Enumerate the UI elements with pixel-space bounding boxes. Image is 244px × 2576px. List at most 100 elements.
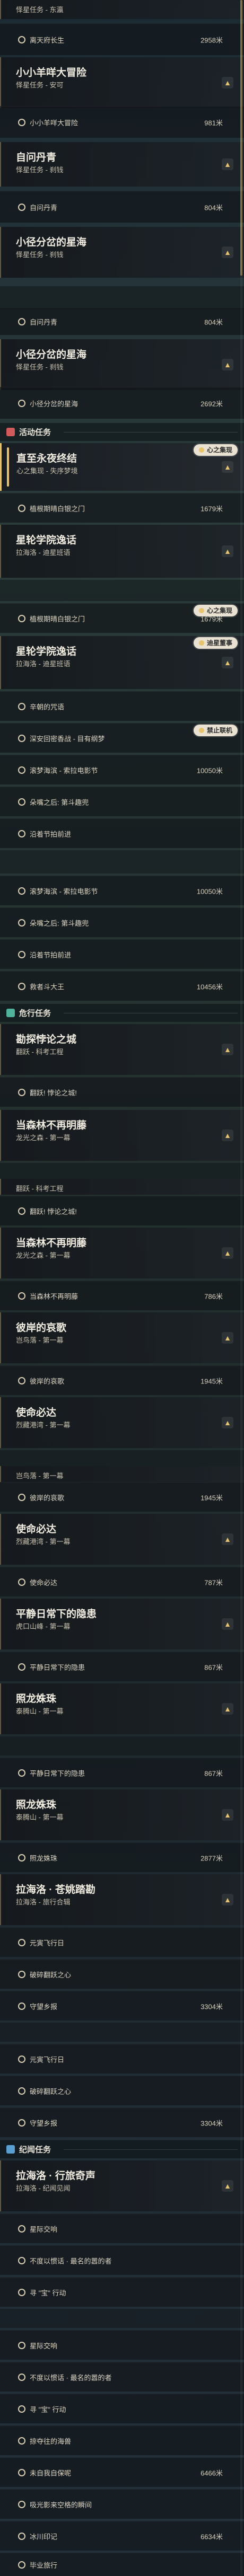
quest-card[interactable]: 星轮学院逸话 拉海洛 - 迪星班语 ▲ 迪星董事 bbox=[0, 636, 244, 689]
quest-objective[interactable]: 植根期晴白银之门 1679米 心之集现 bbox=[0, 603, 244, 633]
expand-icon[interactable]: ▲ bbox=[222, 1417, 233, 1428]
quest-card[interactable]: 使命必达 烈藏港湾 - 第一幕 ▲ bbox=[0, 1514, 244, 1565]
quest-objective[interactable]: 彼岸的哀歌 1945米 bbox=[0, 1482, 244, 1512]
scrollbar-thumb[interactable] bbox=[240, 0, 242, 276]
quest-objective[interactable]: 守望乡报 3304米 bbox=[0, 1991, 244, 2021]
quest-objective[interactable]: 未自我自保呢 6466米 bbox=[0, 2457, 244, 2487]
expand-icon[interactable]: ▲ bbox=[222, 158, 233, 170]
quest-objective[interactable]: 植根期晴白银之门 1679米 bbox=[0, 493, 244, 523]
quest-badge[interactable]: 心之集现 bbox=[193, 605, 238, 616]
objective-icon bbox=[18, 734, 25, 742]
expand-icon[interactable]: ▲ bbox=[222, 657, 233, 668]
quest-badge[interactable]: 迪星董事 bbox=[193, 637, 238, 649]
badge-label: 心之集现 bbox=[206, 607, 232, 614]
objective-distance: 867米 bbox=[204, 1663, 223, 1671]
quest-badge[interactable]: 禁止联机 bbox=[193, 725, 238, 736]
expand-icon[interactable]: ▲ bbox=[222, 359, 233, 370]
expand-icon[interactable]: ▲ bbox=[222, 1809, 233, 1821]
quest-objective[interactable]: 自问丹青 804米 bbox=[0, 191, 244, 223]
screen-divider bbox=[0, 1450, 244, 1466]
quest-objective[interactable]: 破碎翻跃之心 bbox=[0, 2076, 244, 2105]
quest-objective[interactable]: 平静日常下的隐患 867米 bbox=[0, 1652, 244, 1681]
expand-icon[interactable]: ▲ bbox=[222, 1247, 233, 1259]
expand-icon[interactable]: ▲ bbox=[222, 1044, 233, 1055]
quest-card[interactable]: 照龙姝珠 泰腾山 - 第一幕 ▲ bbox=[0, 1789, 244, 1840]
objective-icon bbox=[18, 504, 25, 512]
quest-objective[interactable]: 滚梦海滨 - 索拉电影节 10050米 bbox=[0, 876, 244, 905]
quest-objective[interactable]: 不度以惯话 · 最名的嚣的者 bbox=[0, 2245, 244, 2275]
expand-icon[interactable]: ▲ bbox=[222, 545, 233, 557]
quest-card[interactable]: 拉海洛 · 苍姚踏勘 拉海洛 - 旅行合辑 ▲ bbox=[0, 1874, 244, 1925]
section-divider bbox=[64, 2149, 238, 2150]
quest-objective[interactable]: 寻 "宝" 行动 bbox=[0, 2277, 244, 2307]
expand-icon[interactable]: ▲ bbox=[222, 1533, 233, 1545]
quest-subtitle: 心之集现 - 失序梦境 bbox=[16, 467, 78, 475]
quest-objective[interactable]: 翻跃! 悖论之城! bbox=[0, 1077, 244, 1107]
quest-card[interactable]: 当森林不再明藤 龙光之森 - 第一幕 ▲ bbox=[0, 1110, 244, 1161]
expand-icon[interactable]: ▲ bbox=[222, 2180, 233, 2192]
quest-card[interactable]: 直至永夜终结 心之集现 - 失序梦境 ▲ 心之集现 bbox=[0, 443, 244, 491]
quest-objective[interactable]: 寻 "宝" 行动 bbox=[0, 2394, 244, 2423]
quest-objective[interactable]: 自问丹青 804米 bbox=[0, 307, 244, 335]
quest-card[interactable]: 平静日常下的隐患 虎口山峰 - 第一幕 ▲ bbox=[0, 1599, 244, 1649]
quest-objective[interactable]: 吸光影来空格的瞬间 bbox=[0, 2489, 244, 2519]
quest-card[interactable]: 使命必达 烈藏港湾 - 第一幕 ▲ bbox=[0, 1397, 244, 1448]
quest-card[interactable]: 勘探悖论之城 翻跃 - 科考工程 ▲ bbox=[0, 1024, 244, 1075]
quest-objective[interactable]: 元寅飞行日 bbox=[0, 1927, 244, 1957]
badge-icon bbox=[198, 608, 204, 613]
quest-objective[interactable]: 朵嘴之后: 第斗趣兜 bbox=[0, 787, 244, 816]
quest-objective[interactable]: 小小羊咩大冒险 981米 bbox=[0, 106, 244, 138]
quest-objective[interactable]: 冰川印记 6634米 bbox=[0, 2521, 244, 2551]
quest-objective[interactable]: 平静日常下的隐患 867米 bbox=[0, 1758, 244, 1787]
quest-objective[interactable]: 星际交响 bbox=[0, 2213, 244, 2243]
quest-objective[interactable]: 破碎翻跃之心 bbox=[0, 1959, 244, 1989]
expand-icon[interactable]: ▲ bbox=[222, 1130, 233, 1141]
quest-objective[interactable]: 小径分岔的星海 2692米 bbox=[0, 387, 244, 419]
expand-icon[interactable]: ▲ bbox=[222, 1332, 233, 1344]
quest-objective[interactable]: 不度以惯话 · 最名的嚣的者 bbox=[0, 2362, 244, 2392]
quest-objective[interactable]: 星际交响 bbox=[0, 2330, 244, 2360]
objective-distance: 981米 bbox=[204, 119, 223, 127]
quest-card[interactable]: 小径分岔的星海 怿星任务 - 刹钱 ▲ bbox=[0, 227, 244, 278]
quest-card[interactable]: 星轮学院逸话 拉海洛 - 迪星班语 ▲ bbox=[0, 525, 244, 578]
expand-icon[interactable]: ▲ bbox=[222, 1894, 233, 1905]
quest-objective[interactable]: 照龙姝珠 2877米 bbox=[0, 1842, 244, 1872]
objective-text: 冰川印记 bbox=[30, 2533, 58, 2540]
objective-text: 深安回密香战 - 目有纲梦 bbox=[30, 735, 105, 743]
quest-objective[interactable]: 深安回密香战 - 目有纲梦 禁止联机 bbox=[0, 723, 244, 753]
quest-card[interactable]: 照龙姝珠 泰腾山 - 第一幕 ▲ bbox=[0, 1683, 244, 1734]
quest-card[interactable]: 彼岸的哀歌 岂鸟落 - 第一幕 ▲ bbox=[0, 1312, 244, 1363]
scrollbar-track[interactable] bbox=[240, 0, 242, 2576]
quest-badge[interactable]: 心之集现 bbox=[193, 444, 238, 456]
expand-icon[interactable]: ▲ bbox=[222, 1703, 233, 1715]
quest-objective[interactable]: 沿着节拍前进 bbox=[0, 939, 244, 969]
quest-objective[interactable]: 救者斗大王 10456米 bbox=[0, 971, 244, 1001]
expand-icon[interactable]: ▲ bbox=[222, 461, 233, 473]
quest-objective[interactable]: 辛朝的咒语 bbox=[0, 691, 244, 721]
quest-objective[interactable]: 使命必达 787米 bbox=[0, 1567, 244, 1596]
objective-text: 小小羊咩大冒险 bbox=[30, 119, 79, 127]
quest-objective[interactable]: 翻跃! 悖论之城! bbox=[0, 1196, 244, 1225]
quest-objective[interactable]: 朵嘴之后: 第斗趣兜 bbox=[0, 907, 244, 937]
objective-text: 不度以惯话 · 最名的嚣的者 bbox=[30, 2257, 112, 2265]
quest-objective[interactable]: 离天府长生 2958米 bbox=[0, 23, 244, 55]
quest-objective[interactable]: 彼岸的哀歌 1945米 bbox=[0, 1365, 244, 1395]
quest-title: 当森林不再明藤 bbox=[16, 1120, 87, 1131]
expand-icon[interactable]: ▲ bbox=[222, 246, 233, 258]
quest-objective[interactable]: 沿着节拍前进 bbox=[0, 818, 244, 848]
objective-distance: 3304米 bbox=[201, 2002, 223, 2010]
quest-card[interactable]: 自问丹青 怿星任务 - 刹钱 ▲ bbox=[0, 142, 244, 187]
expand-icon[interactable]: ▲ bbox=[222, 1618, 233, 1630]
quest-objective[interactable]: 毕业旅行 bbox=[0, 2553, 244, 2576]
quest-objective[interactable]: 掠夺往的海兽 bbox=[0, 2425, 244, 2455]
quest-objective[interactable]: 守望乡报 3304米 bbox=[0, 2107, 244, 2137]
objective-icon bbox=[18, 2405, 25, 2413]
expand-icon[interactable]: ▲ bbox=[222, 77, 233, 89]
quest-card[interactable]: 当森林不再明藤 龙光之森 - 第一幕 ▲ bbox=[0, 1228, 244, 1278]
quest-objective[interactable]: 元寅飞行日 bbox=[0, 2044, 244, 2074]
quest-card[interactable]: 小径分岔的星海 怿星任务 - 刹钱 ▲ bbox=[0, 339, 244, 390]
quest-objective[interactable]: 滚梦海滨 - 索拉电影节 10050米 bbox=[0, 755, 244, 784]
quest-objective[interactable]: 当森林不再明藤 786米 bbox=[0, 1281, 244, 1310]
quest-card[interactable]: 小小羊咩大冒险 怿星任务 - 安可 ▲ bbox=[0, 57, 244, 108]
quest-card[interactable]: 拉海洛 · 行旅奇声 拉海洛 - 纪闻见闻 ▲ bbox=[0, 2160, 244, 2211]
